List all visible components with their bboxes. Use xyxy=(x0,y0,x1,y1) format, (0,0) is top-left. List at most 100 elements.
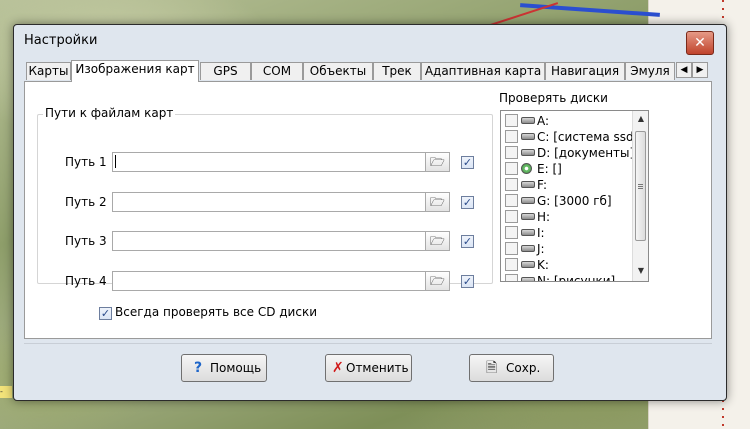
tab-scroll-right-button[interactable]: ▶ xyxy=(692,62,708,78)
drive-checkbox[interactable] xyxy=(505,130,518,143)
drive-icon xyxy=(521,245,535,252)
drive-icon xyxy=(521,229,535,236)
path-3-browse-button[interactable]: 🗁 xyxy=(425,231,450,251)
help-button[interactable]: ? Помощь xyxy=(181,354,267,382)
drive-item-g[interactable]: G: [3000 гб] xyxy=(501,193,641,209)
cancel-button[interactable]: ✗ Отменить xyxy=(325,354,412,382)
tab-gps[interactable]: GPS xyxy=(200,62,251,80)
checkmark-icon: ✓ xyxy=(462,275,473,288)
path-1-browse-button[interactable]: 🗁 xyxy=(425,152,450,172)
drive-checkbox[interactable] xyxy=(505,274,518,281)
drive-checkbox[interactable] xyxy=(505,194,518,207)
help-button-label: Помощь xyxy=(210,361,262,375)
folder-open-icon: 🗁 xyxy=(430,274,445,288)
save-icon: 🗎 xyxy=(486,360,498,376)
drive-checkbox[interactable] xyxy=(505,146,518,159)
path-3-checkbox[interactable]: ✓ xyxy=(461,235,474,248)
always-check-cd-checkbox[interactable]: ✓ xyxy=(99,307,112,320)
scroll-up-icon[interactable]: ▲ xyxy=(633,111,648,127)
drive-label: A: xyxy=(537,114,550,128)
drive-item-d[interactable]: D: [документы] xyxy=(501,145,641,161)
drive-icon xyxy=(521,261,535,268)
path-4-input[interactable] xyxy=(112,271,449,291)
tab-adaptive-map[interactable]: Адаптивная карта xyxy=(421,62,545,80)
chevron-right-icon: ▶ xyxy=(696,65,704,75)
save-button[interactable]: 🗎 Сохр. xyxy=(469,354,554,382)
tab-navigation[interactable]: Навигация xyxy=(545,62,625,80)
drive-label: N: [рисунки] xyxy=(537,274,616,282)
tab-objects[interactable]: Объекты xyxy=(303,62,373,80)
tab-maps[interactable]: Карты xyxy=(26,62,71,80)
drive-item-i[interactable]: I: xyxy=(501,225,641,241)
drive-item-c[interactable]: C: [система ssd xyxy=(501,129,641,145)
path-1-input[interactable] xyxy=(112,152,449,172)
help-icon: ? xyxy=(194,360,203,376)
text-caret xyxy=(115,155,116,168)
path-4-checkbox[interactable]: ✓ xyxy=(461,275,474,288)
drive-label: F: xyxy=(537,178,548,192)
drive-checkbox[interactable] xyxy=(505,178,518,191)
map-paths-group-title: Пути к файлам карт xyxy=(43,106,176,120)
scrollbar-thumb[interactable] xyxy=(635,131,646,241)
drive-item-n[interactable]: N: [рисунки] xyxy=(501,273,641,282)
grip-icon xyxy=(638,184,643,190)
checkmark-icon: ✓ xyxy=(462,156,473,169)
path-1-checkbox[interactable]: ✓ xyxy=(461,156,474,169)
close-button[interactable]: ✕ xyxy=(686,31,714,55)
dialog-title: Настройки xyxy=(24,33,98,48)
folder-open-icon: 🗁 xyxy=(430,234,445,248)
chevron-left-icon: ◀ xyxy=(680,65,688,75)
drive-icon xyxy=(521,117,535,124)
drive-icon xyxy=(521,181,535,188)
drive-checkbox[interactable] xyxy=(505,258,518,271)
drive-item-h[interactable]: H: xyxy=(501,209,641,225)
path-3-input[interactable] xyxy=(112,231,449,251)
drive-item-k[interactable]: K: xyxy=(501,257,641,273)
title-bar[interactable]: Настройки ✕ xyxy=(14,25,726,57)
drive-label: J: xyxy=(537,242,545,256)
drive-label: C: [система ssd xyxy=(537,130,634,144)
tab-scroll-left-button[interactable]: ◀ xyxy=(676,62,692,78)
drive-icon xyxy=(521,277,535,281)
always-check-cd-label[interactable]: Всегда проверять все CD диски xyxy=(115,305,317,319)
tab-com[interactable]: COM xyxy=(251,62,303,80)
drive-item-e[interactable]: E: [] xyxy=(501,161,641,177)
drive-label: E: [] xyxy=(537,162,562,176)
drive-label: H: xyxy=(537,210,551,224)
drive-label: G: [3000 гб] xyxy=(537,194,612,208)
drive-checkbox[interactable] xyxy=(505,114,518,127)
drive-item-j[interactable]: J: xyxy=(501,241,641,257)
tab-map-images[interactable]: Изображения карт xyxy=(71,60,199,82)
check-drives-title: Проверять диски xyxy=(499,91,608,105)
drive-label: K: xyxy=(537,258,549,272)
tab-track[interactable]: Трек xyxy=(373,62,421,80)
tab-panel-map-images: Пути к файлам карт Путь 1 🗁 ✓ Путь 2 🗁 ✓… xyxy=(24,81,712,339)
drive-checkbox[interactable] xyxy=(505,242,518,255)
drive-label: I: xyxy=(537,226,545,240)
drive-item-a[interactable]: A: xyxy=(501,113,641,129)
drive-icon xyxy=(521,213,535,220)
drive-checkbox[interactable] xyxy=(505,226,518,239)
drive-checkbox[interactable] xyxy=(505,210,518,223)
drive-icon xyxy=(521,133,535,140)
path-2-browse-button[interactable]: 🗁 xyxy=(425,192,450,212)
drive-list[interactable]: A: C: [система ssd D: [документы] E: [] xyxy=(500,110,649,282)
drive-list-scrollbar[interactable]: ▲ ▼ xyxy=(632,111,648,281)
checkmark-icon: ✓ xyxy=(462,196,473,209)
path-4-browse-button[interactable]: 🗁 xyxy=(425,271,450,291)
cd-drive-icon xyxy=(521,163,532,174)
path-2-input[interactable] xyxy=(112,192,449,212)
checkmark-icon: ✓ xyxy=(462,235,473,248)
drive-checkbox[interactable] xyxy=(505,162,518,175)
map-edge-label: -N0 xyxy=(0,386,12,398)
save-button-label: Сохр. xyxy=(506,361,541,375)
settings-dialog: Настройки ✕ Карты Изображения карт GPS C… xyxy=(13,24,727,401)
cancel-button-label: Отменить xyxy=(346,361,409,375)
tab-emulation[interactable]: Эмуля xyxy=(625,62,675,80)
scroll-down-icon[interactable]: ▼ xyxy=(633,263,648,279)
folder-open-icon: 🗁 xyxy=(430,155,445,169)
tab-bar: Карты Изображения карт GPS COM Объекты Т… xyxy=(24,60,714,82)
drive-icon xyxy=(521,149,535,156)
path-2-checkbox[interactable]: ✓ xyxy=(461,196,474,209)
drive-item-f[interactable]: F: xyxy=(501,177,641,193)
